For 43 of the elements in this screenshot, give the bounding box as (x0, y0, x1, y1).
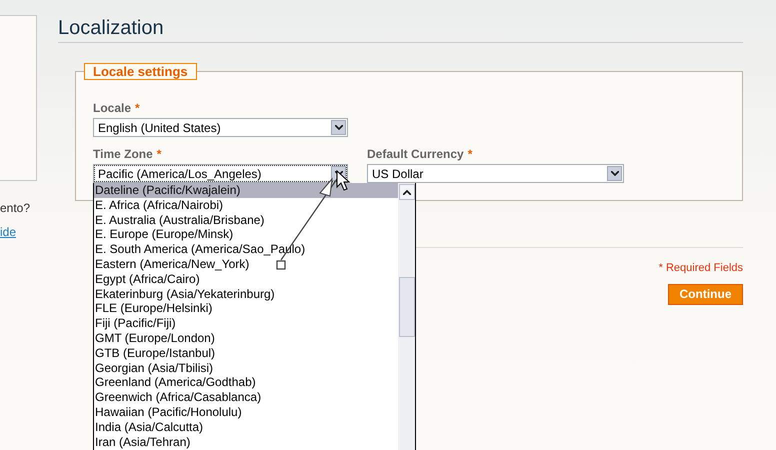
dropdown-option[interactable]: Georgian (Asia/Tbilisi) (94, 360, 398, 376)
chevron-down-icon (610, 171, 618, 176)
dropdown-option[interactable]: India (Asia/Calcutta) (94, 420, 398, 435)
chevron-up-icon (402, 190, 410, 194)
required-mark: * (468, 147, 472, 161)
required-mark: * (135, 101, 140, 115)
dropdown-option[interactable]: E. Europe (Europe/Minsk) (94, 227, 398, 242)
dropdown-option[interactable]: GTB (Europe/Istanbul) (94, 346, 398, 361)
scroll-up-button[interactable] (398, 184, 414, 200)
dropdown-button[interactable] (331, 120, 346, 135)
page-title: Localization (58, 16, 165, 40)
dropdown-option[interactable]: Ekaterinburg (Asia/Yekaterinburg) (94, 286, 398, 302)
dropdown-option[interactable]: E. Australia (Australia/Brisbane) (94, 212, 398, 228)
cursor-icon (336, 170, 350, 191)
field-label: Time Zone (93, 147, 153, 161)
dropdown-option[interactable]: Greenland (America/Godthab) (94, 375, 398, 390)
dropdown-option[interactable]: Iran (Asia/Tehran) (94, 434, 398, 450)
dropdown-option[interactable]: FLE (Europe/Helsinki) (94, 301, 398, 316)
required-mark: * (156, 147, 162, 161)
select-value: Pacific (America/Los_Angeles) (98, 166, 262, 182)
dropdown-option[interactable]: Egypt (Africa/Cairo) (94, 272, 398, 287)
scrollbar[interactable] (398, 183, 415, 450)
dropdown-option[interactable]: Fiji (Pacific/Fiji) (94, 316, 398, 331)
dropdown-option[interactable]: GMT (Europe/London) (94, 330, 398, 346)
chevron-down-icon (334, 171, 342, 176)
chevron-down-icon (334, 125, 342, 130)
dropdown-button[interactable] (607, 166, 622, 181)
fieldset-legend: Locale settings (84, 63, 197, 80)
dropdown-option[interactable]: Eastern (America/New_York) (94, 256, 398, 272)
field-label: Default Currency (367, 147, 464, 161)
dropdown-option[interactable]: Dateline (Pacific/Kwajalein) (94, 183, 398, 198)
field-label: Locale (93, 101, 132, 115)
select-field[interactable]: US Dollar (367, 164, 624, 183)
dropdown-option[interactable]: Greenwich (Africa/Casablanca) (94, 390, 398, 405)
scroll-thumb[interactable] (398, 277, 414, 337)
sidebar-text: ento? (0, 200, 30, 217)
select-value: US Dollar (372, 166, 424, 182)
select-field[interactable]: English (United States) (93, 118, 348, 137)
select-value: English (United States) (98, 120, 221, 136)
dropdown-option[interactable]: E. Africa (Africa/Nairobi) (94, 198, 398, 213)
sidebar-link[interactable]: ide (0, 223, 16, 241)
dropdown-option[interactable]: Hawaiian (Pacific/Honolulu) (94, 404, 398, 420)
required-fields-note: * Required Fields (658, 261, 743, 276)
